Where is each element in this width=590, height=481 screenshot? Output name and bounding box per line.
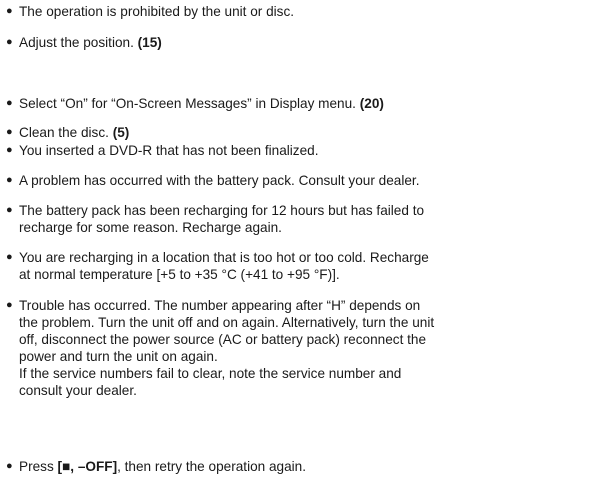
item-text: The operation is prohibited by the unit … [19, 3, 586, 20]
bullet-icon: ● [6, 36, 13, 48]
item-line: at normal temperature [+5 to +35 °C (+41… [19, 267, 340, 282]
list-item: ● Press [■, –OFF], then retry the operat… [6, 458, 586, 475]
page-reference: (20) [359, 96, 384, 111]
bullet-icon: ● [6, 5, 13, 17]
bullet-icon: ● [6, 460, 13, 472]
item-text: Trouble has occurred. The number appeari… [19, 297, 586, 399]
item-line: recharge for some reason. Recharge again… [19, 220, 282, 235]
item-text: Clean the disc. (5) [19, 124, 586, 141]
list-item: ● A problem has occurred with the batter… [6, 172, 586, 189]
bullet-icon: ● [6, 97, 13, 109]
bullet-icon: ● [6, 251, 13, 263]
list-item: ● The operation is prohibited by the uni… [6, 3, 586, 20]
list-item: ● Trouble has occurred. The number appea… [6, 297, 586, 399]
bullet-icon: ● [6, 126, 13, 138]
list-item: ● The battery pack has been recharging f… [6, 202, 586, 236]
item-line: A problem has occurred with the battery … [19, 173, 420, 188]
item-line: The battery pack has been recharging for… [19, 203, 425, 218]
item-line: the problem. Turn the unit off and on ag… [19, 315, 435, 330]
bullet-icon: ● [6, 174, 13, 186]
item-line: Clean the disc. (5) [19, 125, 130, 140]
item-line: You are recharging in a location that is… [19, 250, 429, 265]
list-item: ● Select “On” for “On-Screen Messages” i… [6, 95, 586, 112]
item-text: Adjust the position. (15) [19, 34, 586, 51]
item-line: If the service numbers fail to clear, no… [19, 366, 402, 381]
item-line: consult your dealer. [19, 383, 137, 398]
item-text: Select “On” for “On-Screen Messages” in … [19, 95, 586, 112]
item-text: A problem has occurred with the battery … [19, 172, 586, 189]
item-text: The battery pack has been recharging for… [19, 202, 586, 236]
bullet-icon: ● [6, 144, 13, 156]
page-reference: (15) [137, 35, 162, 50]
list-item: ● Clean the disc. (5) [6, 124, 586, 141]
button-reference: [■, –OFF] [57, 459, 118, 474]
bullet-icon: ● [6, 204, 13, 216]
item-line: The operation is prohibited by the unit … [19, 4, 295, 19]
list-item: ● You are recharging in a location that … [6, 249, 586, 283]
list-item: ● Adjust the position. (15) [6, 34, 586, 51]
item-line: Trouble has occurred. The number appeari… [19, 298, 421, 313]
item-line: Adjust the position. (15) [19, 35, 162, 50]
item-text: Press [■, –OFF], then retry the operatio… [19, 458, 586, 475]
item-text: You are recharging in a location that is… [19, 249, 586, 283]
item-line: off, disconnect the power source (AC or … [19, 332, 427, 347]
item-line: power and turn the unit on again. [19, 349, 218, 364]
page-reference: (5) [112, 125, 130, 140]
item-text: You inserted a DVD-R that has not been f… [19, 142, 586, 159]
item-line: You inserted a DVD-R that has not been f… [19, 143, 319, 158]
item-line: Select “On” for “On-Screen Messages” in … [19, 96, 384, 111]
bullet-icon: ● [6, 299, 13, 311]
item-line: Press [■, –OFF], then retry the operatio… [19, 459, 307, 474]
list-item: ● You inserted a DVD-R that has not been… [6, 142, 586, 159]
